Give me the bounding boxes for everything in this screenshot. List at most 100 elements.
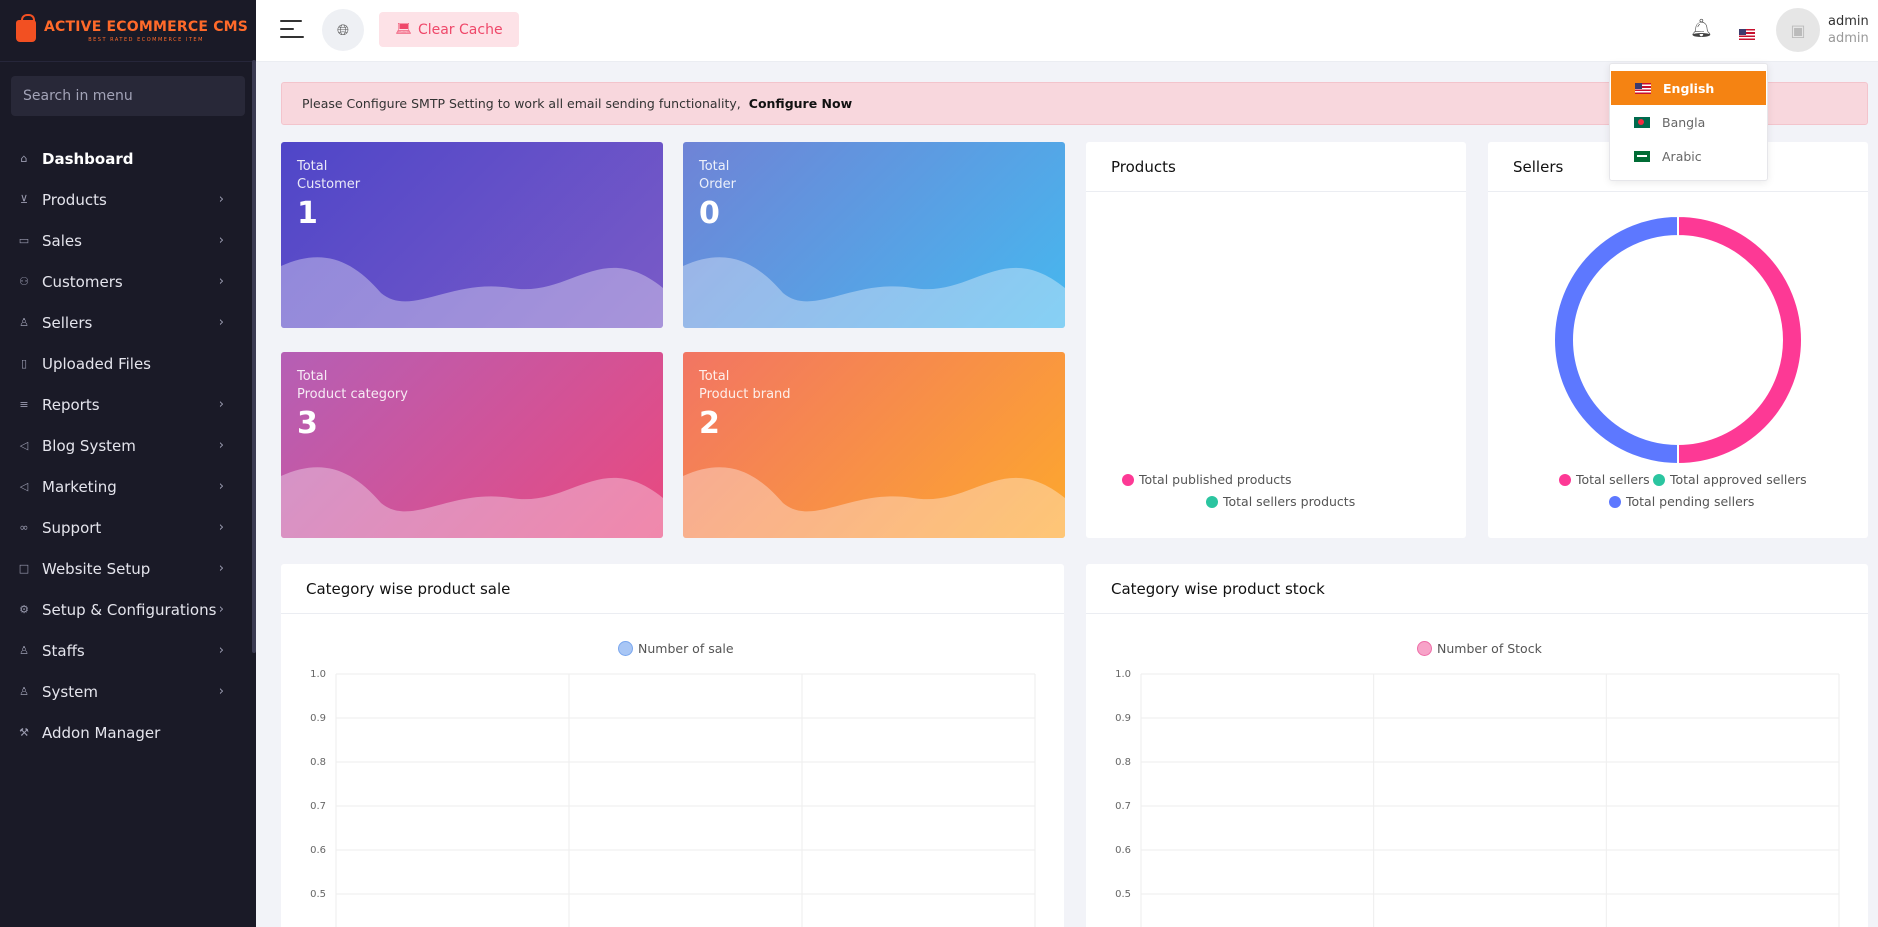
legend-dot	[1122, 473, 1134, 486]
sidebar-item-system[interactable]: ♙ System ›	[0, 671, 256, 712]
brand-title: ACTIVE ECOMMERCE CMS	[44, 18, 249, 35]
y-tick-label: 0.7	[1115, 801, 1131, 812]
chevron-right-icon: ›	[218, 233, 224, 248]
language-option-bangla[interactable]: Bangla	[1610, 105, 1767, 139]
sellers-donut-chart	[1553, 214, 1803, 466]
stat-value: 1	[297, 196, 318, 231]
sidebar-item-label: Staffs	[42, 641, 85, 660]
chevron-right-icon: ›	[218, 438, 224, 453]
sidebar-scrollbar[interactable]	[252, 60, 256, 653]
stock-chart: 1.0 0.9 0.8 0.7 0.6 0.5	[1115, 669, 1840, 927]
chevron-right-icon: ›	[218, 561, 224, 576]
sidebar-item-blog-system[interactable]: ◁ Blog System ›	[0, 425, 256, 466]
sellers-panel: Sellers Total sellers Total approved sel…	[1488, 142, 1868, 538]
chevron-right-icon: ›	[218, 643, 224, 658]
stat-card-product-brand: Total Product brand 2	[683, 352, 1065, 538]
y-tick-label: 0.8	[1115, 757, 1131, 768]
bell-icon[interactable]: 🔔︎	[1690, 18, 1713, 39]
stat-card-product-category: Total Product category 3	[281, 352, 663, 538]
wave-decoration	[281, 467, 663, 538]
money-icon: ▭	[18, 234, 30, 247]
legend-item[interactable]: Number of sale	[618, 641, 734, 656]
sidebar-item-label: Website Setup	[42, 559, 151, 578]
donut-slice-total-pending-sellers[interactable]	[1553, 214, 1679, 466]
user-icon: ♙	[19, 685, 29, 698]
legend-dot	[618, 641, 633, 656]
sidebar-item-label: Setup & Configurations	[42, 600, 217, 619]
category-sale-panel: Category wise product sale Number of sal…	[281, 564, 1064, 927]
sidebar-item-customers[interactable]: ⚇ Customers ›	[0, 261, 256, 302]
home-icon: ⌂	[20, 152, 28, 165]
sidebar-item-sellers[interactable]: ♙ Sellers ›	[0, 302, 256, 343]
globe-button[interactable]: 🌐︎	[322, 9, 364, 51]
category-stock-panel: Category wise product stock Number of St…	[1086, 564, 1868, 927]
y-tick-label: 0.9	[1115, 713, 1131, 724]
sidebar-item-support[interactable]: ∞ Support ›	[0, 507, 256, 548]
sidebar: ACTIVE ECOMMERCE CMS BEST RATED ECOMMERC…	[0, 0, 256, 927]
donut-slice-total-sellers[interactable]	[1677, 214, 1803, 466]
us-flag-icon	[1635, 82, 1651, 94]
user-menu[interactable]: ▣ admin admin	[1776, 8, 1869, 52]
image-placeholder-icon: ▣	[1790, 20, 1806, 40]
wrench-icon: ⚒	[19, 726, 29, 739]
us-flag-icon	[1739, 29, 1755, 40]
globe-icon: 🌐︎	[336, 21, 349, 39]
desktop-icon: □	[18, 562, 30, 575]
sidebar-item-label: Blog System	[42, 436, 136, 455]
wave-decoration	[683, 467, 1065, 538]
topbar: 🌐︎ 💻︎ Clear Cache 🔔︎ ▣ admin admin	[256, 0, 1878, 62]
legend-item[interactable]: Total sellers products	[1206, 494, 1355, 509]
y-tick-label: 0.6	[310, 845, 326, 856]
language-option-arabic[interactable]: Arabic	[1610, 139, 1767, 173]
sidebar-item-marketing[interactable]: ◁ Marketing ›	[0, 466, 256, 507]
legend-dot	[1417, 641, 1432, 656]
chevron-right-icon: ›	[218, 520, 224, 535]
chevron-right-icon: ›	[218, 397, 224, 412]
bullhorn-icon: ◁	[19, 480, 29, 493]
legend-item[interactable]: Total sellers	[1559, 472, 1650, 487]
user-icon: ♙	[19, 644, 29, 657]
bd-flag-icon	[1634, 116, 1650, 128]
sidebar-item-staffs[interactable]: ♙ Staffs ›	[0, 630, 256, 671]
folder-icon: ▯	[20, 357, 28, 370]
laptop-icon: 💻︎	[395, 22, 412, 37]
legend-item[interactable]: Total pending sellers	[1609, 494, 1754, 509]
sidebar-item-uploaded-files[interactable]: ▯ Uploaded Files	[0, 343, 256, 384]
legend-item[interactable]: Total published products	[1122, 472, 1292, 487]
stat-value: 3	[297, 406, 318, 441]
sidebar-item-label: Products	[42, 190, 107, 209]
legend-dot	[1653, 473, 1665, 486]
alert-message: Please Configure SMTP Setting to work al…	[302, 96, 741, 111]
sidebar-item-label: Support	[42, 518, 102, 537]
sidebar-item-dashboard[interactable]: ⌂ Dashboard	[0, 138, 256, 179]
menu-toggle-icon[interactable]	[280, 20, 306, 40]
brand-subtitle: BEST RATED ECOMMERCE ITEM	[88, 36, 204, 43]
legend-dot	[1206, 495, 1218, 508]
user-icon: ♙	[19, 316, 29, 329]
shopping-bag-icon	[16, 13, 36, 42]
sidebar-item-label: Marketing	[42, 477, 117, 496]
sidebar-item-addon-manager[interactable]: ⚒ Addon Manager	[0, 712, 256, 753]
stat-card-customer: Total Customer 1	[281, 142, 663, 328]
sidebar-item-reports[interactable]: ≡ Reports ›	[0, 384, 256, 425]
legend-item[interactable]: Number of Stock	[1417, 641, 1542, 656]
menu-search-input[interactable]	[23, 88, 245, 104]
language-option-english[interactable]: English	[1611, 71, 1766, 105]
language-switcher[interactable]	[1739, 24, 1755, 43]
legend-item[interactable]: Total approved sellers	[1653, 472, 1807, 487]
y-tick-label: 0.6	[1115, 845, 1131, 856]
sidebar-item-label: System	[42, 682, 98, 701]
configure-now-link[interactable]: Configure Now	[749, 96, 852, 111]
chevron-right-icon: ›	[218, 479, 224, 494]
chevron-right-icon: ›	[218, 602, 224, 617]
sidebar-item-products[interactable]: ⊻ Products ›	[0, 179, 256, 220]
sidebar-item-website-setup[interactable]: □ Website Setup ›	[0, 548, 256, 589]
y-tick-label: 1.0	[310, 669, 326, 680]
legend-dot	[1559, 473, 1571, 486]
sidebar-item-sales[interactable]: ▭ Sales ›	[0, 220, 256, 261]
clear-cache-button[interactable]: 💻︎ Clear Cache	[379, 12, 519, 47]
sidebar-item-setup-configurations[interactable]: ⚙ Setup & Configurations ›	[0, 589, 256, 630]
sale-chart: 1.0 0.9 0.8 0.7 0.6 0.5	[310, 669, 1036, 927]
brand-logo[interactable]: ACTIVE ECOMMERCE CMS BEST RATED ECOMMERC…	[0, 0, 256, 62]
stat-value: 0	[699, 196, 720, 231]
